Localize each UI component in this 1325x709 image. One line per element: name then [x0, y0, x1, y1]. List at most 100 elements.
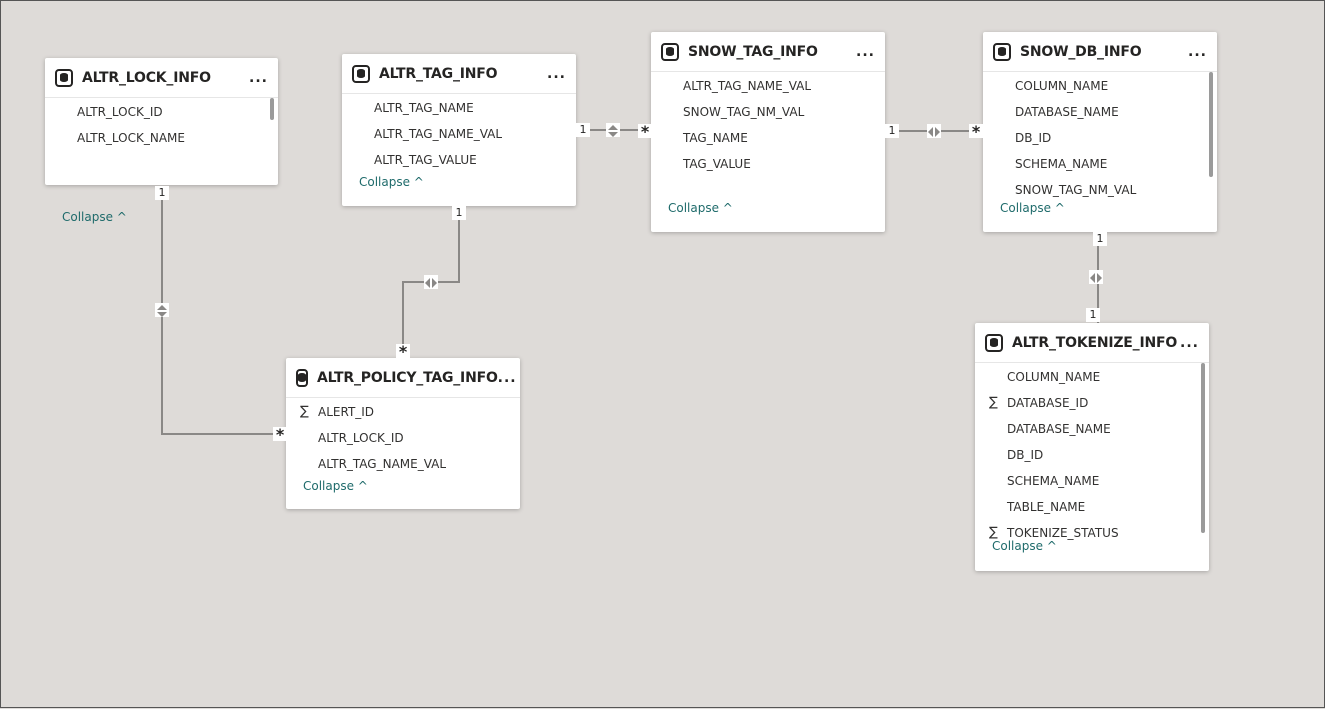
more-options-button[interactable]: ... [856, 44, 875, 60]
field-row[interactable]: ALTR_TAG_VALUE [342, 147, 576, 173]
field-row[interactable]: SNOW_TAG_NM_VAL [651, 99, 885, 125]
cross-filter-both-icon [424, 275, 438, 289]
table-header[interactable]: ALTR_TAG_INFO... [342, 54, 576, 94]
field-list: ALTR_LOCK_ID ALTR_LOCK_NAME [45, 98, 278, 151]
table-icon [661, 42, 679, 61]
field-name: COLUMN_NAME [1007, 370, 1101, 384]
collapse-button[interactable]: Collapse ^ [45, 210, 127, 224]
field-name: DB_ID [1007, 448, 1044, 462]
table-title: SNOW_DB_INFO [1020, 43, 1142, 60]
field-name: COLUMN_NAME [1015, 79, 1109, 93]
field-row[interactable]: DATABASE_NAME [983, 99, 1217, 125]
field-name: ALTR_TAG_VALUE [374, 153, 477, 167]
more-options-button[interactable]: ... [547, 66, 566, 82]
more-options-button[interactable]: ... [1188, 44, 1207, 60]
field-list: ∑ ALERT_ID ALTR_LOCK_ID ALTR_TAG_NAME_VAL [286, 398, 520, 477]
field-name: DB_ID [1015, 131, 1052, 145]
field-name: ALERT_ID [318, 405, 375, 419]
scrollbar[interactable] [270, 98, 274, 120]
table-card-policy[interactable]: ALTR_POLICY_TAG_INFO... ∑ ALERT_ID ALTR_LOC… [286, 358, 520, 509]
field-row[interactable]: TABLE_NAME [975, 494, 1209, 520]
collapse-button[interactable]: Collapse ^ [975, 539, 1057, 553]
cardinality-to: * [273, 427, 287, 443]
field-row[interactable]: ∑ DATABASE_ID [975, 390, 1209, 416]
field-row[interactable]: ALTR_TAG_NAME_VAL [342, 121, 576, 147]
field-row[interactable]: ALTR_LOCK_ID [45, 99, 278, 125]
field-name: ALTR_TAG_NAME [374, 101, 474, 115]
field-list: ALTR_TAG_NAME ALTR_TAG_NAME_VAL ALTR_TAG_V… [342, 94, 576, 173]
field-row[interactable]: SNOW_TAG_NM_VAL [983, 177, 1217, 203]
field-name: ALTR_LOCK_ID [318, 431, 404, 445]
table-header[interactable]: ALTR_TOKENIZE_INFO... [975, 323, 1209, 363]
field-row[interactable]: ALTR_LOCK_ID [286, 425, 520, 451]
field-list: COLUMN_NAME DATABASE_NAME DB_ID SCHEMA_NAME… [983, 72, 1217, 203]
field-row[interactable]: DB_ID [975, 442, 1209, 468]
field-row[interactable]: TAG_NAME [651, 125, 885, 151]
cardinality-to: 1 [1086, 308, 1100, 322]
scrollbar[interactable] [1209, 72, 1213, 177]
cardinality-from: 1 [452, 206, 466, 220]
field-name: DATABASE_NAME [1007, 422, 1111, 436]
table-icon [993, 42, 1011, 61]
field-name: DATABASE_ID [1007, 396, 1089, 410]
more-options-button[interactable]: ... [498, 370, 517, 386]
field-name: TOKENIZE_STATUS [1007, 526, 1119, 540]
cross-filter-both-icon [606, 123, 620, 137]
field-row[interactable]: COLUMN_NAME [975, 364, 1209, 390]
table-card-tokenize[interactable]: ALTR_TOKENIZE_INFO... COLUMN_NAME ∑ DATABAS… [975, 323, 1209, 571]
field-name: ALTR_LOCK_NAME [77, 131, 185, 145]
collapse-button[interactable]: Collapse ^ [286, 479, 368, 493]
table-card-tag[interactable]: ALTR_TAG_INFO... ALTR_TAG_NAME ALTR_TAG_NA… [342, 54, 576, 206]
field-row[interactable]: ALTR_LOCK_NAME [45, 125, 278, 151]
table-header[interactable]: SNOW_DB_INFO... [983, 32, 1217, 72]
table-icon [985, 333, 1003, 352]
table-title: ALTR_TAG_INFO [379, 65, 498, 82]
field-row[interactable]: DATABASE_NAME [975, 416, 1209, 442]
field-name: DATABASE_NAME [1015, 105, 1119, 119]
field-name: SNOW_TAG_NM_VAL [683, 105, 805, 119]
collapse-button[interactable]: Collapse ^ [983, 201, 1065, 215]
field-row[interactable]: SCHEMA_NAME [983, 151, 1217, 177]
cardinality-from: 1 [885, 124, 899, 138]
cardinality-from: 1 [576, 123, 590, 137]
scrollbar[interactable] [1201, 363, 1205, 533]
field-name: ALTR_TAG_NAME_VAL [683, 79, 812, 93]
field-row[interactable]: ALTR_TAG_NAME [342, 95, 576, 121]
field-row[interactable]: DB_ID [983, 125, 1217, 151]
model-canvas[interactable]: ALTR_LOCK_INFO... ALTR_LOCK_ID ALTR_LOCK_N… [1, 1, 1325, 709]
field-name: TABLE_NAME [1007, 500, 1086, 514]
table-title: ALTR_TOKENIZE_INFO [1012, 334, 1178, 351]
field-name: SCHEMA_NAME [1015, 157, 1108, 171]
table-title: ALTR_LOCK_INFO [82, 69, 211, 86]
field-row[interactable]: TAG_VALUE [651, 151, 885, 177]
more-options-button[interactable]: ... [249, 70, 268, 86]
field-row[interactable]: ∑ ALERT_ID [286, 399, 520, 425]
cross-filter-both-icon [155, 303, 169, 317]
field-name: ALTR_TAG_NAME_VAL [318, 457, 447, 471]
relationship-line[interactable] [161, 186, 286, 435]
table-header[interactable]: SNOW_TAG_INFO... [651, 32, 885, 72]
table-card-lock[interactable]: ALTR_LOCK_INFO... ALTR_LOCK_ID ALTR_LOCK_N… [45, 58, 278, 224]
field-list: ALTR_TAG_NAME_VAL SNOW_TAG_NM_VAL TAG_NAME… [651, 72, 885, 177]
table-card-snowdb[interactable]: SNOW_DB_INFO... COLUMN_NAME DATABASE_NAME D… [983, 32, 1217, 232]
field-name: ALTR_TAG_NAME_VAL [374, 127, 503, 141]
field-name: ALTR_LOCK_ID [77, 105, 163, 119]
collapse-button[interactable]: Collapse ^ [651, 201, 733, 215]
table-header[interactable]: ALTR_POLICY_TAG_INFO... [286, 358, 520, 398]
field-row[interactable]: ALTR_TAG_NAME_VAL [286, 451, 520, 477]
field-row[interactable]: SCHEMA_NAME [975, 468, 1209, 494]
cross-filter-both-icon [927, 124, 941, 138]
table-icon [55, 68, 73, 87]
more-options-button[interactable]: ... [1180, 335, 1199, 351]
field-row[interactable]: ALTR_TAG_NAME_VAL [651, 73, 885, 99]
sum-icon: ∑ [300, 404, 309, 419]
cardinality-from: 1 [1093, 232, 1107, 246]
field-row[interactable]: COLUMN_NAME [983, 73, 1217, 99]
collapse-button[interactable]: Collapse ^ [342, 175, 424, 189]
cardinality-to: * [396, 344, 410, 360]
table-header[interactable]: ALTR_LOCK_INFO... [45, 58, 278, 98]
field-list: COLUMN_NAME ∑ DATABASE_ID DATABASE_NAME DB_I… [975, 363, 1209, 546]
table-card-snowtag[interactable]: SNOW_TAG_INFO... ALTR_TAG_NAME_VAL SNOW_TA… [651, 32, 885, 232]
table-title: ALTR_POLICY_TAG_INFO [317, 369, 498, 386]
sum-icon: ∑ [989, 395, 998, 410]
